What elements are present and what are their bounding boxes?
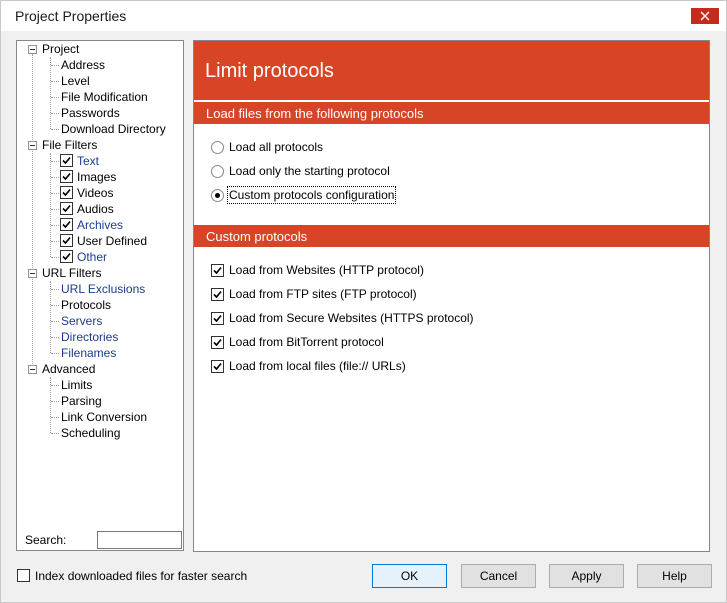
apply-button[interactable]: Apply: [549, 564, 624, 588]
advanced-expander[interactable]: [28, 365, 37, 374]
cancel-button[interactable]: Cancel: [461, 564, 536, 588]
tree-item-archives[interactable]: Archives: [77, 217, 123, 233]
images-filter-checkbox[interactable]: [60, 170, 73, 183]
tree-item-filenames[interactable]: Filenames: [61, 345, 116, 361]
search-label: Search:: [25, 533, 67, 547]
tree-item-user-defined[interactable]: User Defined: [77, 233, 147, 249]
project-expander[interactable]: [28, 45, 37, 54]
checkmark-icon: [213, 266, 222, 275]
tree-item-address[interactable]: Address: [61, 57, 105, 73]
http-label[interactable]: Load from Websites (HTTP protocol): [229, 263, 424, 277]
checkmark-icon: [62, 236, 71, 245]
checkmark-icon: [62, 156, 71, 165]
tree-item-level[interactable]: Level: [61, 73, 90, 89]
tree-item-link-conversion[interactable]: Link Conversion: [61, 409, 147, 425]
load-all-protocols-label[interactable]: Load all protocols: [229, 140, 323, 154]
checkmark-icon: [213, 290, 222, 299]
index-files-checkbox[interactable]: [17, 569, 30, 582]
load-starting-protocol-label[interactable]: Load only the starting protocol: [229, 164, 390, 178]
checkmark-icon: [62, 172, 71, 181]
tree-item-text[interactable]: Text: [77, 153, 99, 169]
tree-item-url-exclusions[interactable]: URL Exclusions: [61, 281, 145, 297]
ftp-checkbox[interactable]: [211, 288, 224, 301]
load-all-protocols-radio[interactable]: [211, 141, 224, 154]
tree-item-scheduling[interactable]: Scheduling: [61, 425, 120, 441]
file-filters-expander[interactable]: [28, 141, 37, 150]
local-files-checkbox[interactable]: [211, 360, 224, 373]
checkmark-icon: [213, 362, 222, 371]
local-files-label[interactable]: Load from local files (file:// URLs): [229, 359, 406, 373]
url-filters-expander[interactable]: [28, 269, 37, 278]
tree-item-file-filters[interactable]: File Filters: [42, 137, 97, 153]
tree-item-directories[interactable]: Directories: [61, 329, 118, 345]
checkmark-icon: [62, 252, 71, 261]
tree-item-project[interactable]: Project: [42, 41, 79, 57]
user-defined-filter-checkbox[interactable]: [60, 234, 73, 247]
tree-item-advanced[interactable]: Advanced: [42, 361, 95, 377]
tree-item-protocols[interactable]: Protocols: [61, 297, 111, 313]
tree-item-other[interactable]: Other: [77, 249, 107, 265]
project-properties-window: Project Properties Project Address Level…: [0, 0, 727, 603]
custom-protocols-radio[interactable]: [211, 189, 224, 202]
tree-item-audios[interactable]: Audios: [77, 201, 114, 217]
tree-item-passwords[interactable]: Passwords: [61, 105, 120, 121]
https-checkbox[interactable]: [211, 312, 224, 325]
help-button[interactable]: Help: [637, 564, 712, 588]
settings-tree[interactable]: Project Address Level File Modification …: [16, 40, 184, 551]
custom-protocols-label[interactable]: Custom protocols configuration: [226, 186, 397, 204]
tree-item-url-filters[interactable]: URL Filters: [42, 265, 102, 281]
audios-filter-checkbox[interactable]: [60, 202, 73, 215]
section-header-custom: Custom protocols: [194, 225, 709, 247]
checkmark-icon: [213, 338, 222, 347]
index-files-label[interactable]: Index downloaded files for faster search: [35, 569, 247, 583]
tree-item-file-modification[interactable]: File Modification: [61, 89, 148, 105]
other-filter-checkbox[interactable]: [60, 250, 73, 263]
section-header-protocols: Load files from the following protocols: [194, 102, 709, 124]
tree-item-parsing[interactable]: Parsing: [61, 393, 102, 409]
ok-button[interactable]: OK: [372, 564, 447, 588]
tree-item-videos[interactable]: Videos: [77, 185, 113, 201]
http-checkbox[interactable]: [211, 264, 224, 277]
settings-panel: Limit protocols Load files from the foll…: [193, 40, 710, 552]
text-filter-checkbox[interactable]: [60, 154, 73, 167]
https-label[interactable]: Load from Secure Websites (HTTPS protoco…: [229, 311, 474, 325]
window-title: Project Properties: [15, 8, 127, 24]
close-icon: [700, 11, 710, 21]
checkmark-icon: [62, 204, 71, 213]
bittorrent-label[interactable]: Load from BitTorrent protocol: [229, 335, 384, 349]
checkmark-icon: [213, 314, 222, 323]
title-bar: Project Properties: [1, 1, 726, 31]
panel-header: Limit protocols: [194, 41, 709, 100]
checkmark-icon: [62, 220, 71, 229]
ftp-label[interactable]: Load from FTP sites (FTP protocol): [229, 287, 417, 301]
tree-item-limits[interactable]: Limits: [61, 377, 92, 393]
page-title: Limit protocols: [205, 60, 334, 82]
videos-filter-checkbox[interactable]: [60, 186, 73, 199]
close-button[interactable]: [691, 8, 719, 24]
tree-item-images[interactable]: Images: [77, 169, 116, 185]
bittorrent-checkbox[interactable]: [211, 336, 224, 349]
search-input[interactable]: [97, 531, 182, 549]
checkmark-icon: [62, 188, 71, 197]
load-starting-protocol-radio[interactable]: [211, 165, 224, 178]
tree-item-download-directory[interactable]: Download Directory: [61, 121, 166, 137]
tree-item-servers[interactable]: Servers: [61, 313, 102, 329]
archives-filter-checkbox[interactable]: [60, 218, 73, 231]
